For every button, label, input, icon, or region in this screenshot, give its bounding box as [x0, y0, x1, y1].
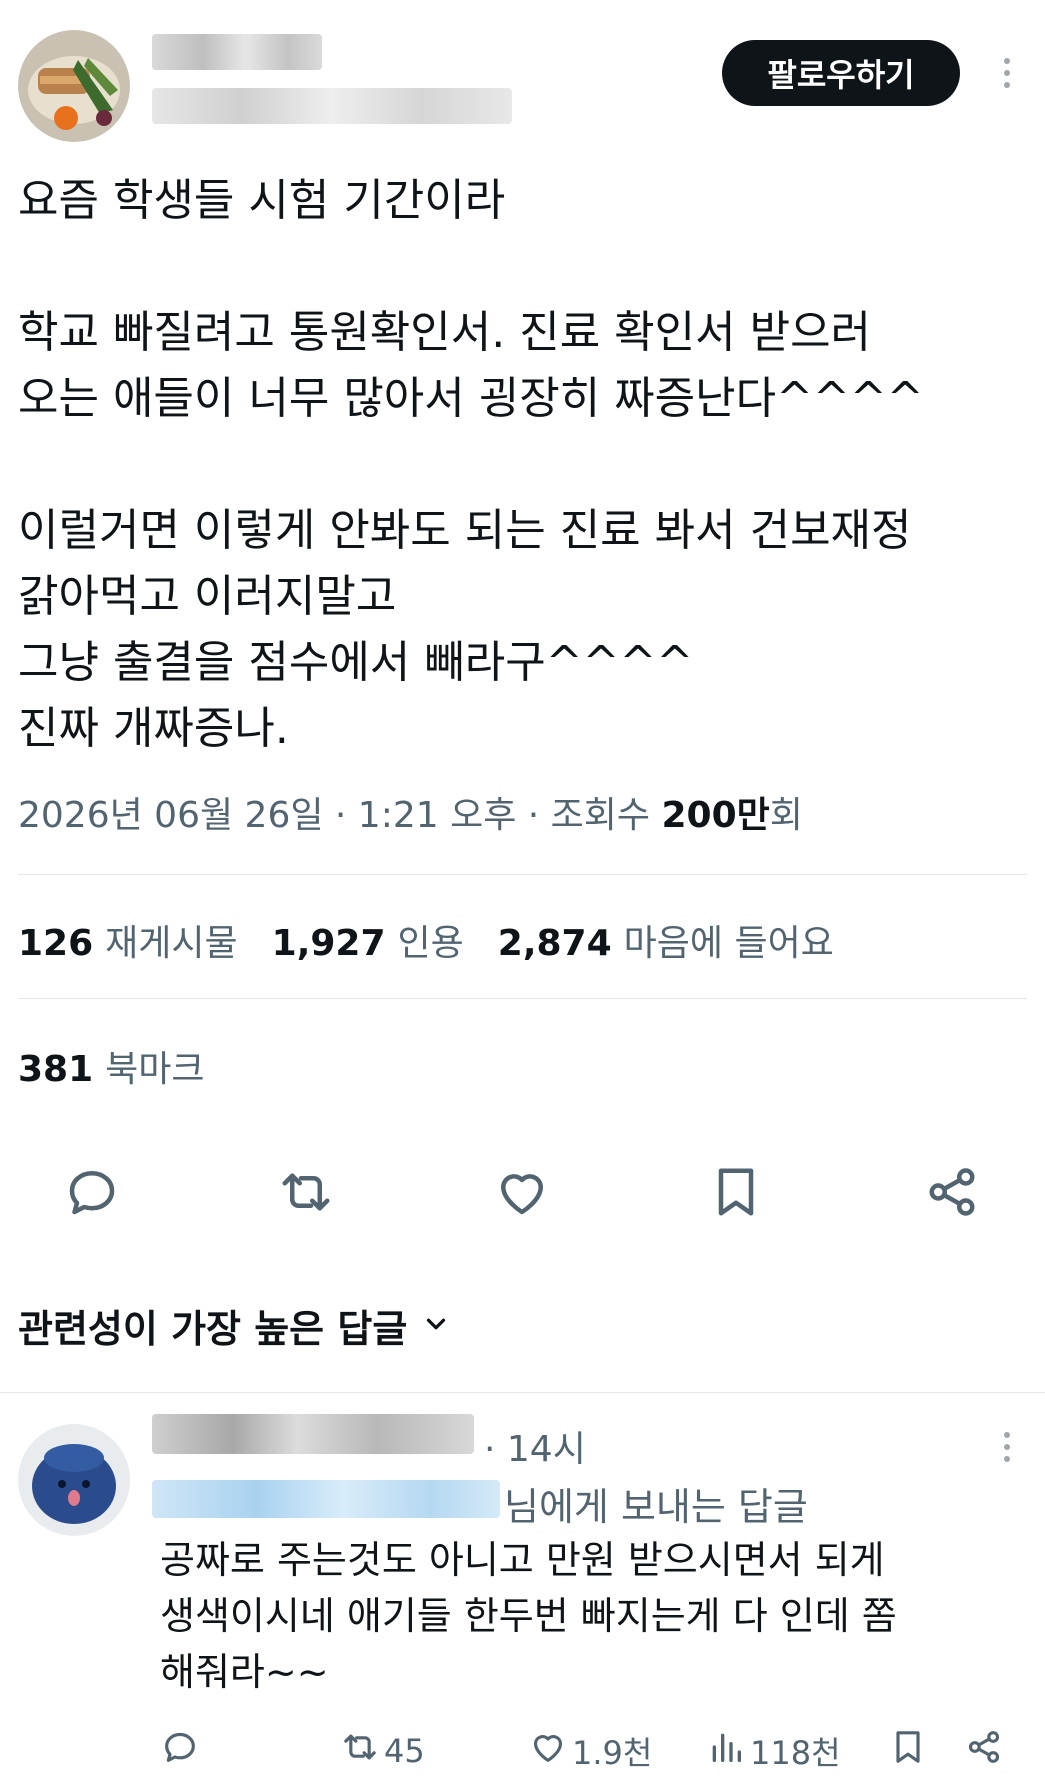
- reply-line: 해줘라~~: [160, 1650, 329, 1694]
- reply-share-button[interactable]: [964, 1728, 1004, 1774]
- replies-sort-dropdown[interactable]: 관련성이 가장 높은 답글: [18, 1298, 451, 1353]
- reply-reply-button[interactable]: [160, 1728, 200, 1774]
- reply-views-button[interactable]: 118천: [706, 1728, 841, 1774]
- repost-icon: [340, 1727, 380, 1775]
- reply-action-bar: 45 1.9천 118천: [0, 1728, 1045, 1774]
- reply-icon[interactable]: [62, 1162, 122, 1222]
- reply-line: 생색이시네 애기들 한두번 빠지는게 다 인데 쫌: [160, 1594, 897, 1638]
- reply-to-label: 님에게 보내는 답글: [504, 1485, 808, 1529]
- reply-like-button[interactable]: 1.9천: [528, 1728, 652, 1774]
- reply-like-count: 1.9천: [572, 1734, 653, 1772]
- reply-repost-count: 45: [384, 1732, 425, 1770]
- tweet-line: 오는 애들이 너무 많아서 굉장히 짜증난다^^^^: [18, 373, 924, 424]
- views-icon: [706, 1727, 746, 1775]
- likes-stat[interactable]: 2,874 마음에 들어요: [498, 914, 834, 966]
- quotes-stat[interactable]: 1,927 인용: [272, 914, 464, 966]
- bookmark-stats: 381 북마크: [18, 1040, 205, 1092]
- divider: [18, 998, 1027, 999]
- tweet-line: 갉아먹고 이러지말고: [18, 571, 397, 622]
- tweet-timestamp[interactable]: 2026년 06월 26일 · 1:21 오후 · 조회수: [18, 795, 661, 836]
- reply-bookmark-button[interactable]: [888, 1728, 928, 1774]
- more-options-icon[interactable]: [1002, 58, 1012, 94]
- reply-more-options-icon[interactable]: [1002, 1432, 1012, 1468]
- reply-timestamp[interactable]: · 14시: [484, 1420, 586, 1472]
- tweet-line: 그냥 출결을 점수에서 빼라구^^^^: [18, 637, 694, 688]
- share-icon[interactable]: [922, 1162, 982, 1222]
- bookmark-icon[interactable]: [706, 1162, 766, 1222]
- repost-icon[interactable]: [276, 1162, 336, 1222]
- engagement-stats: 126 재게시물 1,927 인용 2,874 마음에 들어요: [18, 914, 834, 966]
- reply-to-handle-blurred[interactable]: [152, 1480, 500, 1518]
- replies-sort-label: 관련성이 가장 높은 답글: [18, 1307, 408, 1351]
- tweet-line: 이럴거면 이렇게 안봐도 되는 진료 봐서 건보재정: [18, 505, 912, 556]
- tweet-body: 요즘 학생들 시험 기간이라 학교 빠질려고 통원확인서. 진료 확인서 받으러…: [18, 168, 1028, 762]
- view-count-suffix: 회: [769, 795, 803, 836]
- like-icon: [528, 1727, 568, 1775]
- reply-view-count: 118천: [750, 1734, 841, 1772]
- reply-icon: [160, 1727, 200, 1775]
- tweet-action-bar: [0, 1162, 1045, 1222]
- reply-author-blurred[interactable]: [152, 1414, 474, 1454]
- reply-body: 공짜로 주는것도 아니고 만원 받으시면서 되게 생색이시네 애기들 한두번 빠…: [160, 1532, 1020, 1700]
- chevron-down-icon: [421, 1304, 451, 1348]
- like-icon[interactable]: [492, 1162, 552, 1222]
- author-avatar[interactable]: [18, 30, 130, 142]
- share-icon: [964, 1727, 1004, 1775]
- reposts-stat[interactable]: 126 재게시물: [18, 914, 238, 966]
- follow-button[interactable]: 팔로우하기: [722, 40, 960, 106]
- reply-repost-button[interactable]: 45: [340, 1728, 425, 1774]
- bookmark-icon: [888, 1727, 928, 1775]
- tweet-meta: 2026년 06월 26일 · 1:21 오후 · 조회수 200만회: [18, 786, 803, 838]
- view-count: 200만: [661, 795, 770, 836]
- author-name-blurred[interactable]: [152, 34, 322, 70]
- tweet-line: 진짜 개짜증나.: [18, 703, 289, 754]
- reply-avatar[interactable]: [18, 1424, 130, 1536]
- tweet-line: 요즘 학생들 시험 기간이라: [18, 175, 506, 226]
- reply-line: 공짜로 주는것도 아니고 만원 받으시면서 되게: [160, 1538, 885, 1582]
- tweet-line: 학교 빠질려고 통원확인서. 진료 확인서 받으러: [18, 307, 872, 358]
- bookmarks-stat[interactable]: 381 북마크: [18, 1040, 205, 1092]
- divider: [0, 1392, 1045, 1393]
- author-handle-blurred[interactable]: [152, 88, 512, 124]
- divider: [18, 874, 1027, 875]
